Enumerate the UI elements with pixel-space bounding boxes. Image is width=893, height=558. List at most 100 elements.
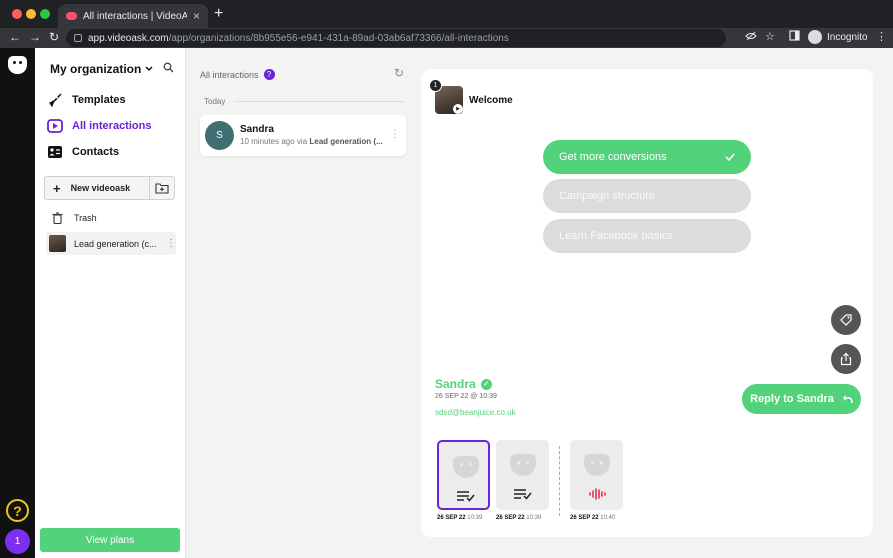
lock-icon [74, 34, 82, 42]
contact-name-text: Sandra [435, 377, 476, 391]
close-window-button[interactable] [12, 9, 22, 19]
play-icon [47, 119, 63, 133]
response-thumbnail[interactable] [496, 440, 549, 510]
response-date: 26 SEP 22 [570, 515, 599, 521]
new-folder-button[interactable] [150, 177, 174, 199]
forward-arrow-icon[interactable]: → [29, 30, 41, 44]
refresh-icon[interactable]: ↻ [394, 66, 404, 80]
response-time: 10:39 [467, 515, 483, 521]
response-timestamp: 26 SEP 22 10:39 [437, 515, 482, 521]
sidebar-item-label: Templates [72, 94, 126, 106]
response-thumbnail[interactable] [437, 440, 490, 510]
rocket-icon [47, 93, 63, 107]
sidebar-item-all-interactions[interactable]: All interactions [47, 119, 151, 133]
chevron-down-icon [145, 66, 153, 72]
tab-close-icon[interactable]: × [193, 9, 200, 23]
sidebar-item-templates[interactable]: Templates [47, 93, 126, 107]
sidebar-item-lead-generation[interactable]: Lead generation (c... ⋮ [46, 232, 176, 255]
response-divider [559, 446, 560, 516]
trash-icon [52, 211, 63, 224]
url-path: /app/organizations/8b955e56-e941-431a-89… [168, 32, 509, 44]
checkmark-icon [725, 153, 735, 161]
new-videoask-row: + New videoask [44, 176, 175, 200]
share-icon [840, 352, 852, 366]
new-videoask-label: New videoask [70, 183, 131, 193]
answer-option-learn-facebook-basics: Learn Facebook basics [543, 219, 751, 253]
eye-off-icon[interactable] [745, 30, 757, 45]
org-name: My organization [50, 62, 142, 76]
response-time: 10:40 [600, 515, 616, 521]
list-panel-title: All interactions ? [200, 69, 275, 80]
smiley-placeholder-icon [584, 454, 610, 476]
interaction-time: 10 minutes ago via [240, 137, 308, 146]
star-icon[interactable]: ☆ [765, 30, 775, 43]
browser-menu-icon[interactable]: ⋮ [876, 30, 887, 43]
back-arrow-icon[interactable]: ← [9, 30, 21, 44]
list-panel-title-text: All interactions [200, 69, 259, 80]
day-divider [234, 101, 405, 102]
tag-button[interactable] [831, 305, 861, 335]
address-bar: ← → ↻ app.videoask.com/app/organizations… [0, 28, 893, 48]
videoask-logo-icon[interactable] [8, 56, 27, 74]
videoask-thumbnail [49, 235, 66, 252]
contact-email[interactable]: sdsd@beanjuice.co.uk [435, 408, 516, 417]
maximize-window-button[interactable] [40, 9, 50, 19]
incognito-icon [808, 30, 822, 44]
response-timestamp: 26 SEP 22 10:39 [496, 515, 541, 521]
sidepanel-icon[interactable] [789, 30, 800, 44]
new-tab-icon[interactable]: + [214, 6, 223, 22]
org-switcher[interactable]: My organization [50, 62, 153, 76]
interaction-detail: 1 ▶ Welcome Get more conversions Campaig… [421, 69, 873, 537]
plus-icon: + [53, 180, 61, 196]
step-title: Welcome [469, 95, 513, 106]
share-button[interactable] [831, 344, 861, 374]
more-options-icon[interactable]: ⋮ [166, 238, 176, 249]
response-timestamp: 26 SEP 22 10:40 [570, 515, 615, 521]
play-icon[interactable]: ▶ [453, 104, 463, 114]
view-plans-button[interactable]: View plans [40, 528, 180, 552]
app-rail: ? 1 [0, 48, 35, 558]
day-label: Today [204, 97, 226, 106]
new-videoask-button[interactable]: + New videoask [45, 177, 150, 199]
browser-tab[interactable]: All interactions | VideoAsk × [58, 4, 208, 28]
sidebar-item-label: All interactions [72, 120, 152, 132]
option-label: Campaign structure [559, 190, 655, 202]
interaction-source: Lead generation (... [309, 137, 383, 146]
verified-icon: ✓ [480, 378, 492, 390]
smiley-placeholder-icon [510, 454, 536, 476]
reply-button[interactable]: Reply to Sandra [742, 384, 861, 414]
sidebar-item-label: Trash [74, 212, 97, 223]
sidebar-item-contacts[interactable]: Contacts [47, 145, 119, 159]
incognito-profile[interactable]: Incognito [808, 30, 868, 44]
option-label: Get more conversions [559, 151, 667, 163]
smiley-placeholder-icon [453, 456, 479, 478]
reply-label: Reply to Sandra [750, 393, 834, 405]
videoask-favicon-icon [66, 12, 77, 20]
help-button[interactable]: ? [6, 499, 29, 522]
tab-title: All interactions | VideoAsk [83, 10, 187, 22]
text-response-icon [514, 489, 532, 500]
sidebar-item-trash[interactable]: Trash [46, 206, 176, 229]
response-time: 10:39 [526, 515, 542, 521]
contact-date: 26 SEP 22 @ 10:39 [435, 393, 497, 400]
answer-option-get-more-conversions: Get more conversions [543, 140, 751, 174]
user-avatar[interactable]: 1 [5, 529, 30, 554]
contacts-icon [47, 145, 63, 159]
reload-icon[interactable]: ↻ [49, 30, 59, 44]
interactions-list-panel: All interactions ? ↻ Today S Sandra 10 m… [186, 48, 420, 558]
url-input[interactable]: app.videoask.com/app/organizations/8b955… [66, 29, 726, 47]
avatar: S [205, 121, 234, 150]
interaction-name: Sandra [240, 124, 274, 135]
interaction-card[interactable]: S Sandra 10 minutes ago via Lead generat… [200, 115, 406, 156]
response-thumbnail[interactable] [570, 440, 623, 510]
option-label: Learn Facebook basics [559, 230, 673, 242]
more-options-icon[interactable]: ⋮ [390, 129, 400, 140]
search-icon[interactable] [163, 62, 174, 73]
response-date: 26 SEP 22 [496, 515, 525, 521]
sidebar-item-label: Lead generation (c... [74, 238, 157, 249]
interaction-meta: 10 minutes ago via Lead generation (... [240, 137, 388, 146]
minimize-window-button[interactable] [26, 9, 36, 19]
reply-arrow-icon [842, 395, 853, 404]
help-badge-icon[interactable]: ? [263, 69, 275, 80]
contact-name[interactable]: Sandra ✓ [435, 377, 492, 391]
